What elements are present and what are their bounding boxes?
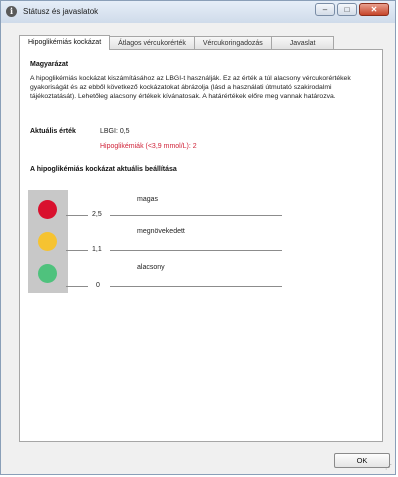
threshold-high-value: 2,5	[92, 211, 102, 218]
threshold-tick	[66, 250, 88, 251]
resize-grip-icon[interactable]: ⋰	[385, 464, 393, 472]
threshold-tick	[66, 215, 88, 216]
minimize-button[interactable]: –	[315, 3, 335, 16]
yellow-light-icon	[38, 232, 57, 251]
window-title: Státusz és javaslatok	[23, 7, 99, 16]
threshold-line	[110, 286, 282, 287]
red-light-icon	[38, 200, 57, 219]
level-high-label: magas	[137, 196, 159, 203]
tab-bar: Hipoglikémiás kockázat Átlagos vércukoré…	[19, 35, 335, 50]
current-value-label: Aktuális érték	[30, 128, 76, 135]
green-light-icon	[38, 264, 57, 283]
traffic-light	[28, 190, 68, 293]
lbgi-value: LBGI: 0,5	[100, 128, 130, 135]
hypo-count: Hipoglikémiák (<3,9 mmol/L): 2	[100, 143, 197, 150]
level-low-label: alacsony	[137, 264, 165, 271]
settings-heading: A hipoglikémiás kockázat aktuális beállí…	[30, 166, 177, 173]
explanation-text: A hipoglikémiás kockázat kiszámításához …	[30, 75, 351, 100]
tab-hypo-risk[interactable]: Hipoglikémiás kockázat	[19, 35, 111, 50]
window-controls: – □ ✕	[315, 3, 389, 16]
tab-glucose-variability[interactable]: Vércukoringadozás	[193, 36, 272, 49]
threshold-tick	[66, 286, 88, 287]
status-window: i Státusz és javaslatok – □ ✕ Hipoglikém…	[0, 0, 396, 475]
tab-panel: Magyarázat A hipoglikémiás kockázat kisz…	[19, 49, 383, 442]
ok-button[interactable]: OK	[334, 453, 390, 468]
threshold-line	[110, 215, 282, 216]
level-elevated-label: megnövekedett	[137, 228, 185, 235]
info-icon: i	[6, 6, 17, 17]
tab-average-glucose[interactable]: Átlagos vércukorérték	[109, 36, 195, 49]
tab-recommendation[interactable]: Javaslat	[270, 36, 335, 49]
explanation-heading: Magyarázat	[30, 61, 69, 68]
threshold-elevated-value: 1,1	[92, 246, 102, 253]
threshold-line	[110, 250, 282, 251]
title-bar[interactable]: i Státusz és javaslatok – □ ✕	[1, 1, 395, 23]
maximize-button[interactable]: □	[337, 3, 357, 16]
close-button[interactable]: ✕	[359, 3, 389, 16]
threshold-low-value: 0	[96, 282, 100, 289]
